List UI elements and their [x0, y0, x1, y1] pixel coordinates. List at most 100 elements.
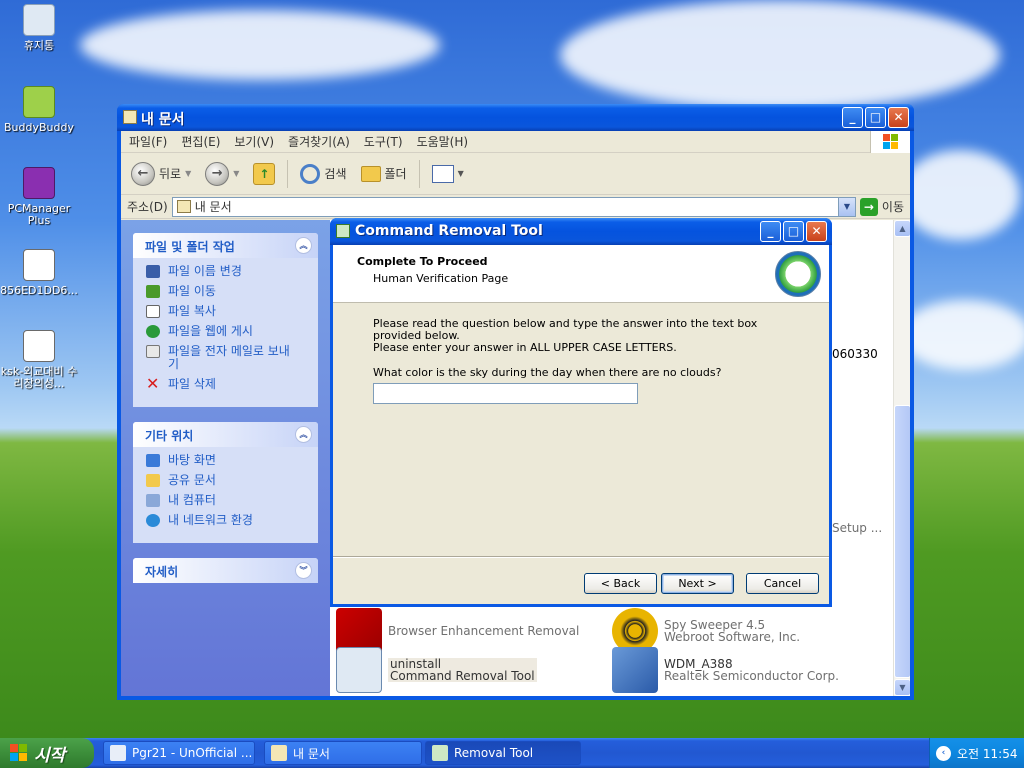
wizard-header-title: Complete To Proceed [357, 255, 488, 268]
scroll-down-button[interactable]: ▼ [894, 679, 910, 696]
close-button[interactable]: ✕ [806, 221, 827, 242]
forward-button[interactable]: → ▼ [201, 160, 243, 188]
forward-arrow-icon: → [205, 161, 230, 186]
copy-icon [146, 305, 160, 318]
start-button[interactable]: 시작 [0, 738, 94, 768]
scroll-up-button[interactable]: ▲ [894, 220, 910, 237]
toolbar-separator [287, 159, 289, 188]
show-hidden-icons-button[interactable]: ‹ [936, 745, 951, 761]
file-partial-text: Setup ... [832, 521, 883, 535]
recycle-bin-icon [23, 4, 55, 36]
move-icon [146, 285, 160, 298]
up-folder-icon: ↑ [253, 162, 276, 185]
windows-flag-icon [10, 744, 28, 762]
dialog-title: Command Removal Tool [355, 223, 543, 239]
place-shared-documents[interactable]: 공유 문서 [146, 474, 310, 487]
file-tasks-header[interactable]: 파일 및 폴더 작업 ︽ [133, 233, 318, 258]
views-button[interactable]: ▼ [428, 163, 468, 185]
minimize-button[interactable]: _ [842, 107, 863, 128]
place-label: 내 컴퓨터 [168, 493, 216, 507]
dialog-titlebar[interactable]: Command Removal Tool _ □ ✕ [330, 218, 832, 245]
back-button[interactable]: < Back [584, 573, 657, 594]
folder-icon [176, 200, 191, 213]
taskbar-button-removal-tool[interactable]: Removal Tool [425, 741, 581, 765]
task-publish-web[interactable]: 파일을 웹에 게시 [146, 325, 310, 338]
task-copy-file[interactable]: 파일 복사 [146, 305, 310, 318]
start-label: 시작 [34, 745, 66, 766]
menu-bar: 파일(F) 편집(E) 보기(V) 즐겨찾기(A) 도구(T) 도움말(H) [121, 131, 910, 153]
task-rename-file[interactable]: 파일 이름 변경 [146, 265, 310, 278]
desktop-icon-recycle-bin[interactable]: 휴지통 [0, 4, 78, 52]
next-button[interactable]: Next > [661, 573, 734, 594]
task-label: 파일 이름 변경 [168, 264, 242, 278]
windows-logo-icon [870, 131, 910, 153]
folder-icon [271, 745, 287, 761]
place-desktop[interactable]: 바탕 화면 [146, 454, 310, 467]
desktop-icon-label: BuddyBuddy [4, 121, 74, 134]
task-move-file[interactable]: 파일 이동 [146, 285, 310, 298]
folder-icon [123, 110, 137, 124]
back-button[interactable]: ← 뒤로 ▼ [127, 160, 195, 188]
scroll-thumb[interactable] [894, 405, 910, 678]
task-label: 파일을 웹에 게시 [168, 324, 253, 338]
address-dropdown-button[interactable]: ▼ [837, 197, 855, 216]
back-arrow-icon: ← [131, 161, 155, 186]
answer-input[interactable] [373, 383, 638, 404]
computer-icon [146, 494, 160, 507]
other-places-title: 기타 위치 [145, 429, 194, 443]
search-button[interactable]: 검색 [296, 162, 350, 186]
task-label: 파일 삭제 [168, 377, 216, 391]
menu-edit[interactable]: 편집(E) [181, 133, 220, 150]
driver-installer-icon [612, 647, 658, 693]
menu-file[interactable]: 파일(F) [129, 133, 167, 150]
chevron-down-icon: ▼ [233, 169, 240, 178]
go-button[interactable]: → 이동 [859, 197, 910, 216]
vertical-scrollbar[interactable]: ▲ ▼ [893, 220, 910, 696]
folders-button[interactable]: 폴더 [357, 163, 411, 184]
clock[interactable]: 오전 11:54 [957, 745, 1017, 762]
menu-tools[interactable]: 도구(T) [364, 133, 403, 150]
menu-view[interactable]: 보기(V) [234, 133, 274, 150]
place-label: 공유 문서 [168, 473, 216, 487]
details-header[interactable]: 자세히 ︾ [133, 558, 318, 583]
expand-icon[interactable]: ︾ [295, 562, 312, 579]
file-item-wdm-a388[interactable]: WDM_A388 Realtek Semiconductor Corp. [612, 647, 839, 693]
desktop-icon-file-856ed1dd6[interactable]: 856ED1DD6... [0, 249, 78, 297]
place-network[interactable]: 내 네트워크 환경 [146, 514, 310, 527]
collapse-icon[interactable]: ︽ [295, 426, 312, 443]
folders-label: 폴더 [384, 167, 407, 181]
button-separator [333, 556, 829, 558]
up-folder-button[interactable]: ↑ [249, 161, 279, 187]
network-icon [146, 514, 160, 527]
other-places-header[interactable]: 기타 위치 ︽ [133, 422, 318, 447]
place-my-computer[interactable]: 내 컴퓨터 [146, 494, 310, 507]
desktop-icon-file-ksk[interactable]: ksk-외교대비 수리창의성... [0, 330, 78, 390]
task-delete-file[interactable]: ✕ 파일 삭제 [146, 376, 310, 392]
file-tasks-title: 파일 및 폴더 작업 [145, 240, 235, 254]
taskbar-button-my-documents[interactable]: 내 문서 [264, 741, 422, 765]
task-label: 파일 복사 [168, 304, 216, 318]
file-item-uninstall[interactable]: uninstall Command Removal Tool [336, 647, 537, 693]
desktop-icon-buddybuddy[interactable]: BuddyBuddy [0, 86, 78, 134]
address-input[interactable]: 내 문서 ▼ [171, 196, 856, 217]
desktop-icon [146, 454, 160, 467]
taskbar-button-browser[interactable]: Pgr21 - UnOfficial ... [103, 741, 255, 765]
desktop-icon-label: ksk-외교대비 수리창의성... [0, 365, 78, 390]
explorer-titlebar[interactable]: 내 문서 _ □ ✕ [117, 104, 914, 131]
collapse-icon[interactable]: ︽ [295, 237, 312, 254]
menu-help[interactable]: 도움말(H) [417, 133, 469, 150]
document-file-icon [23, 330, 55, 362]
desktop-icon-pcmanager[interactable]: PCManager Plus [0, 167, 78, 227]
maximize-button[interactable]: □ [865, 107, 886, 128]
instruction-text: Please read the question below and type … [373, 317, 758, 342]
details-panel: 자세히 ︾ [133, 558, 318, 583]
chevron-down-icon: ▼ [185, 169, 192, 178]
other-places-panel: 기타 위치 ︽ 바탕 화면 공유 문서 내 컴퓨터 내 네트워크 환경 [133, 422, 318, 543]
close-button[interactable]: ✕ [888, 107, 909, 128]
recycle-program-icon [336, 647, 382, 693]
cancel-button[interactable]: Cancel [746, 573, 819, 594]
task-email-file[interactable]: 파일을 전자 메일로 보내기 [146, 345, 310, 371]
maximize-button[interactable]: □ [783, 221, 804, 242]
minimize-button[interactable]: _ [760, 221, 781, 242]
menu-favorites[interactable]: 즐겨찾기(A) [288, 133, 350, 150]
